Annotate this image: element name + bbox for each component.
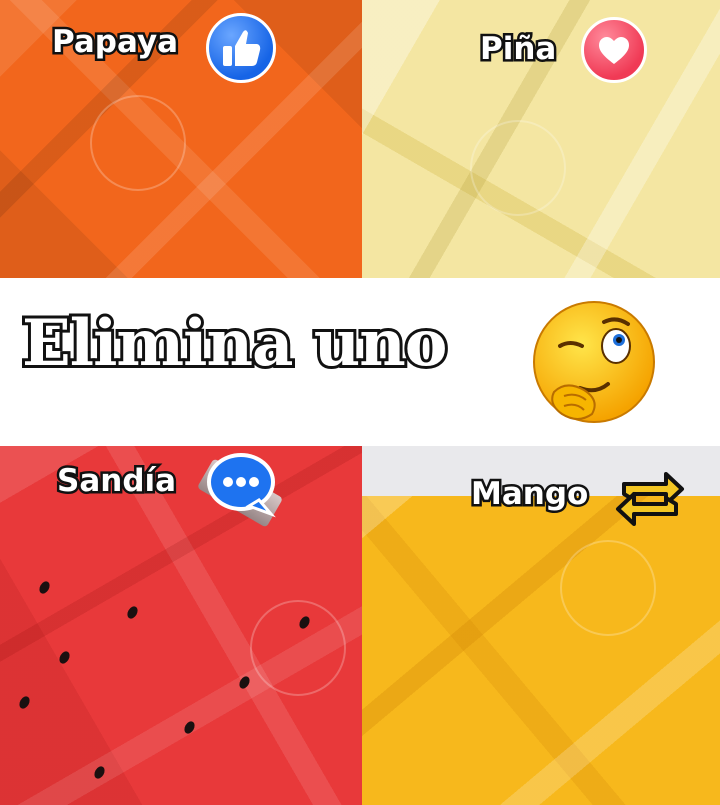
page-title: Elimina uno bbox=[19, 306, 450, 381]
watermelon-seed bbox=[125, 604, 140, 621]
repeat-arrows-glyph bbox=[616, 472, 684, 526]
watermelon-seed bbox=[37, 579, 52, 596]
watermelon-seed bbox=[57, 649, 72, 666]
watermelon-seed bbox=[17, 694, 32, 711]
watermelon-seed bbox=[237, 674, 252, 691]
label-pina: Piña bbox=[477, 31, 558, 67]
watermark-logo bbox=[560, 540, 656, 636]
speech-bubble-glyph bbox=[207, 453, 276, 518]
label-sandia: Sandía bbox=[54, 463, 178, 499]
thumbs-up-glyph bbox=[223, 30, 261, 66]
watermelon-seed bbox=[92, 764, 107, 781]
love-icon[interactable] bbox=[581, 17, 647, 83]
share-icon[interactable] bbox=[614, 470, 686, 528]
label-papaya: Papaya bbox=[49, 24, 180, 60]
thinking-emoji bbox=[524, 296, 660, 432]
watermelon-seed bbox=[182, 719, 197, 736]
watermark-logo bbox=[250, 600, 346, 696]
watermark-logo bbox=[470, 120, 566, 216]
label-mango: Mango bbox=[468, 476, 590, 512]
comment-icon[interactable] bbox=[203, 450, 279, 520]
emoji-glyph bbox=[533, 301, 655, 423]
watermark-logo bbox=[90, 95, 186, 191]
like-icon[interactable] bbox=[206, 13, 276, 83]
heart-glyph bbox=[599, 37, 629, 64]
